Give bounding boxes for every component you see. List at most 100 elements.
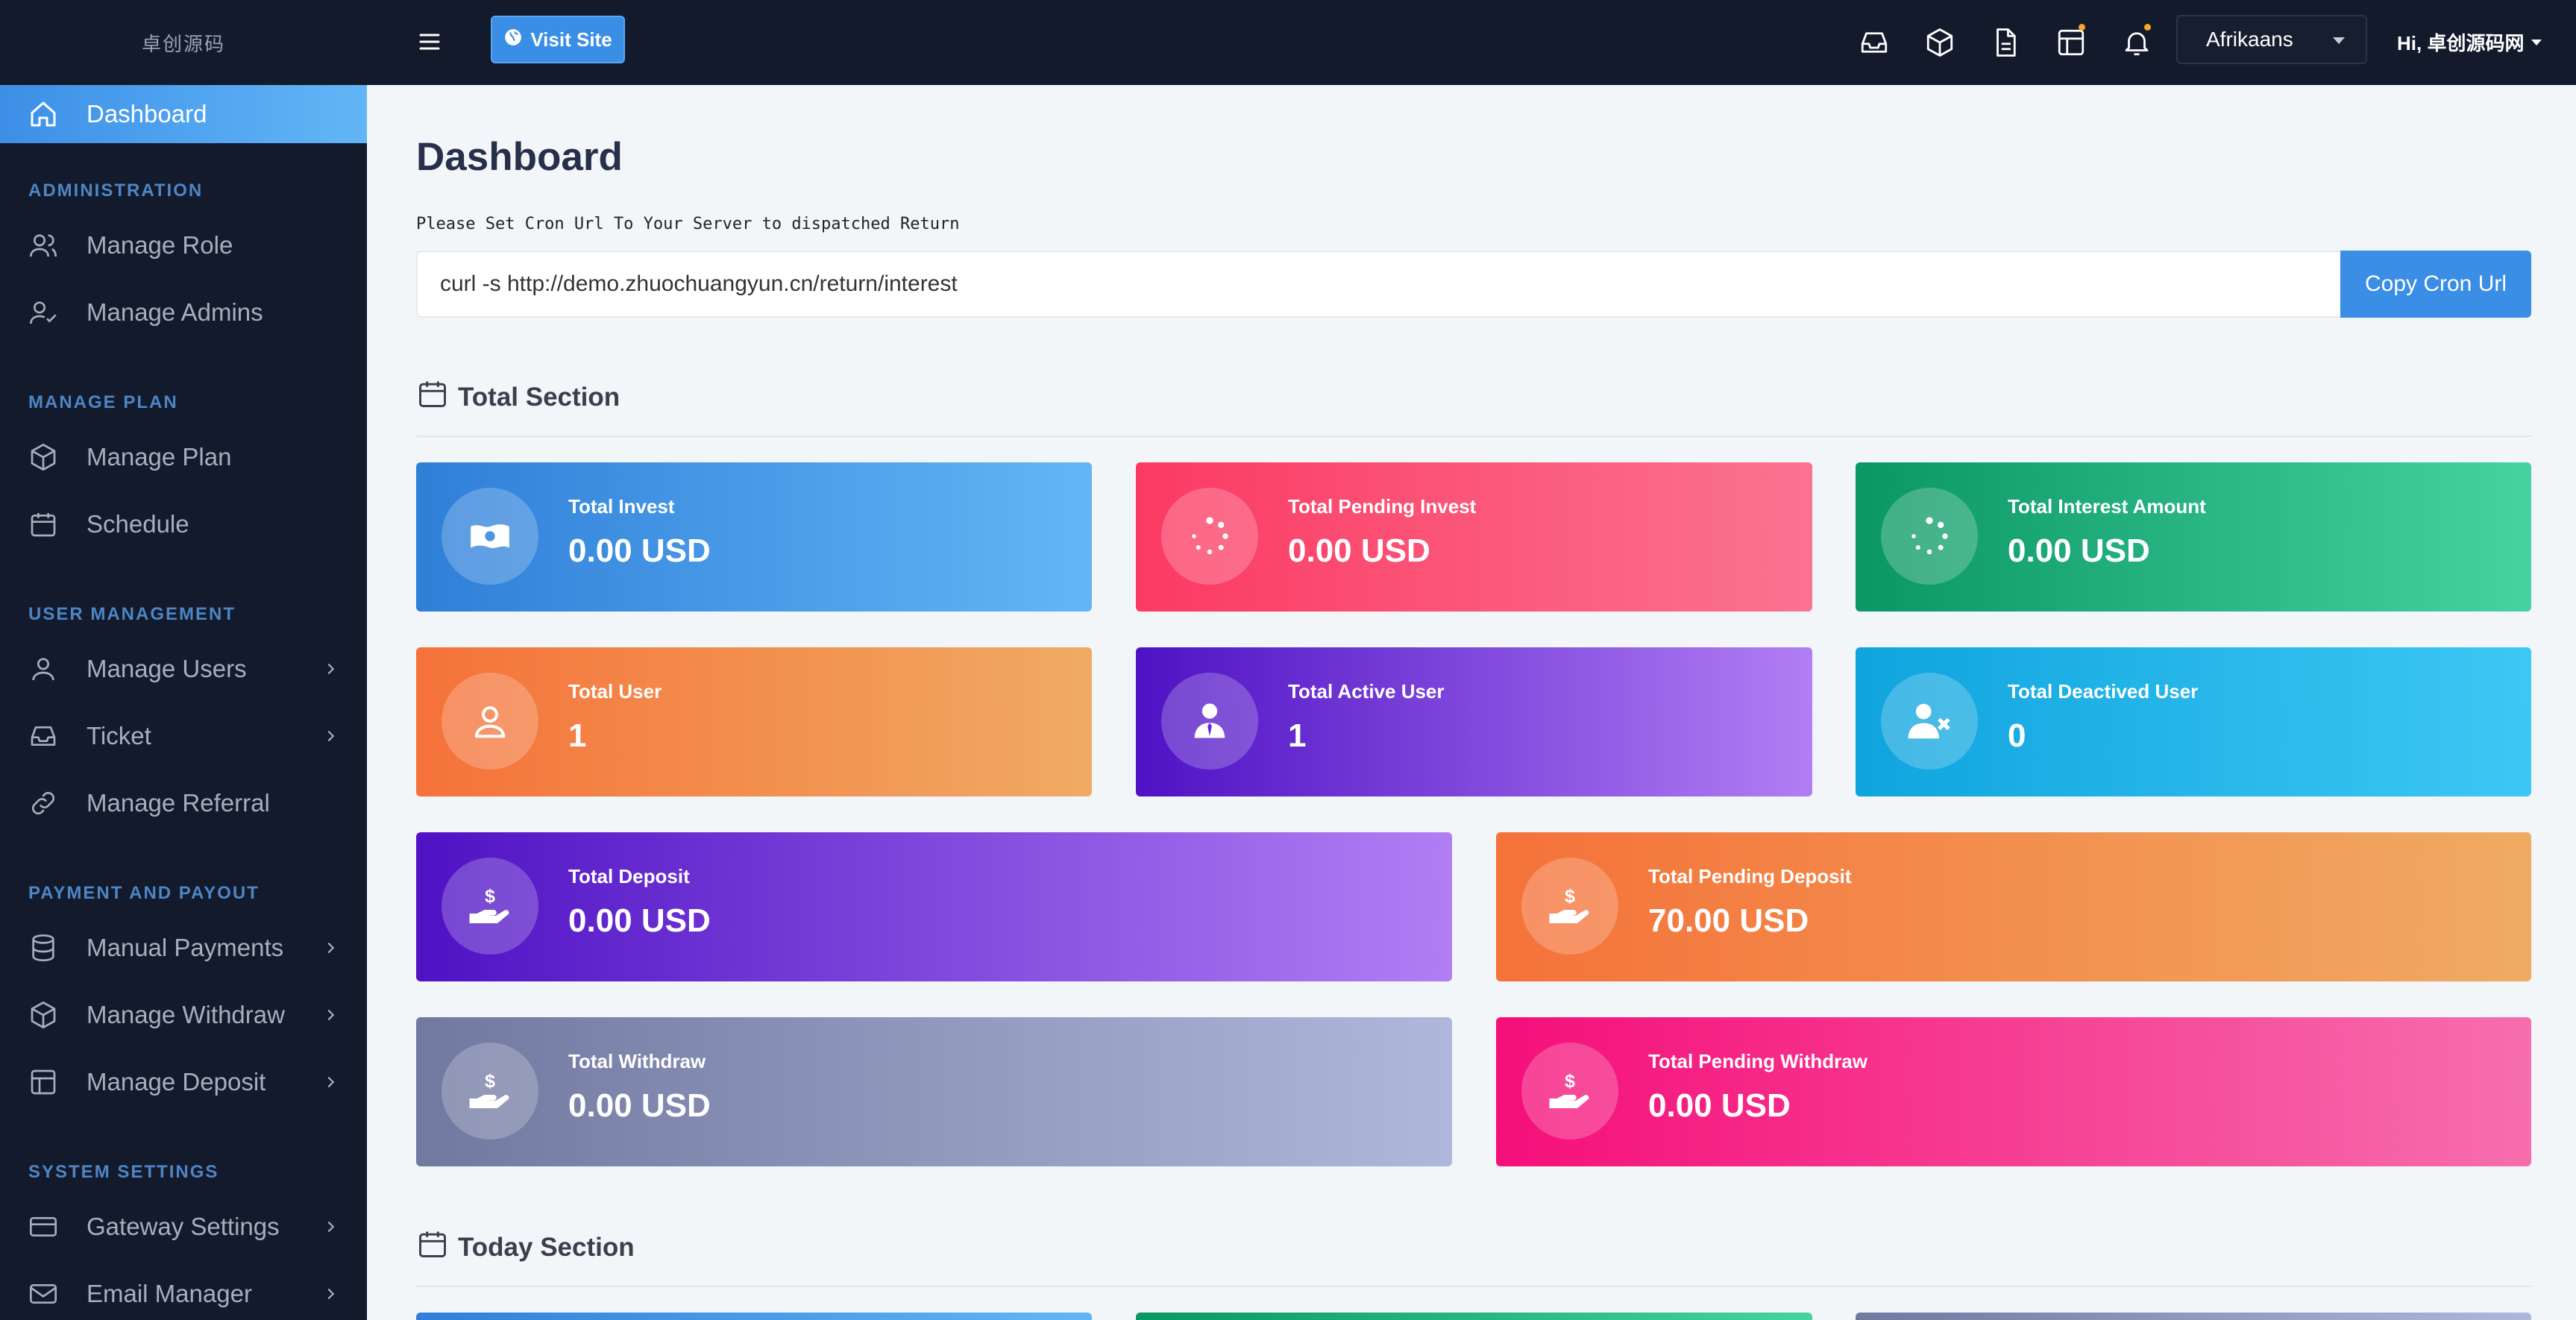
menu-icon[interactable] — [416, 28, 443, 55]
chevron-right-icon — [322, 1068, 339, 1096]
stat-label: Total Active User — [1288, 680, 1445, 703]
link-icon — [28, 788, 58, 818]
box-icon — [28, 442, 58, 472]
sidebar-item-label: Manage Deposit — [87, 1068, 266, 1096]
stat-value: 0.00 USD — [2008, 532, 2150, 569]
stat-label: Total Withdraw — [568, 1050, 706, 1072]
sidebar-item-label: Manage Role — [87, 231, 233, 259]
stat-label: Total Deposit — [568, 865, 690, 887]
brand-logo[interactable]: 卓创源码 — [0, 0, 367, 85]
stat-value: 0.00 USD — [1288, 532, 1430, 569]
user-icon — [28, 654, 58, 684]
visit-site-label: Visit Site — [530, 28, 612, 51]
hand-holding-dollar-icon: $ — [442, 1043, 538, 1140]
stat-card-total-deposit[interactable]: $ Total Deposit 0.00 USD — [416, 832, 1452, 981]
stat-label: Total Pending Deposit — [1648, 865, 1852, 887]
sidebar: 卓创源码 Dashboard ADMINISTRATION Manage Rol… — [0, 0, 367, 1320]
stat-card-total-pending-deposit[interactable]: $ Total Pending Deposit 70.00 USD — [1496, 832, 2531, 981]
sidebar-item-label: Manage Users — [87, 655, 247, 682]
stat-card-total-interest[interactable]: Total Interest Amount 0.00 USD — [1856, 462, 2531, 612]
money-icon — [442, 488, 538, 585]
sidebar-item-label: Schedule — [87, 510, 189, 538]
stat-card-total-active-user[interactable]: Total Active User 1 — [1136, 647, 1812, 796]
chevron-right-icon — [322, 1001, 339, 1029]
language-select[interactable]: Afrikaans — [2176, 15, 2367, 64]
stat-label: Total Interest Amount — [2008, 495, 2206, 518]
stat-value: 0.00 USD — [568, 532, 711, 569]
stat-value: 1 — [568, 717, 587, 754]
svg-text:$: $ — [1565, 886, 1575, 907]
calendar-icon — [416, 377, 449, 417]
sidebar-item-manage-users[interactable]: Manage Users — [0, 635, 367, 703]
sidebar-item-manage-plan[interactable]: Manage Plan — [0, 424, 367, 491]
sidebar-item-label: Manage Plan — [87, 443, 232, 471]
stat-card-total-user[interactable]: Total User 1 — [416, 647, 1092, 796]
stat-card-total-pending-withdraw[interactable]: $ Total Pending Withdraw 0.00 USD — [1496, 1017, 2531, 1166]
sidebar-item-label: Gateway Settings — [87, 1213, 280, 1240]
stat-value: 70.00 USD — [1648, 902, 1809, 939]
stat-value: 0.00 USD — [1648, 1087, 1791, 1124]
calendar-icon — [28, 509, 58, 539]
sidebar-item-manage-referral[interactable]: Manage Referral — [0, 770, 367, 837]
copy-cron-url-button[interactable]: Copy Cron Url — [2340, 251, 2531, 318]
sidebar-item-label: Manage Withdraw — [87, 1001, 285, 1028]
bell-icon[interactable] — [2121, 24, 2152, 58]
hand-holding-dollar-icon: $ — [442, 858, 538, 955]
svg-text:$: $ — [485, 886, 495, 907]
inbox-icon[interactable] — [1859, 27, 1890, 58]
user-check-icon — [28, 298, 58, 327]
stat-card-total-deactived-user[interactable]: Total Deactived User 0 — [1856, 647, 2531, 796]
user-times-icon — [1881, 673, 1978, 770]
sidebar-item-manage-role[interactable]: Manage Role — [0, 212, 367, 279]
sidebar-item-label: Email Manager — [87, 1280, 252, 1307]
sidebar-item-label: Manage Admins — [87, 298, 263, 326]
sidebar-item-manage-withdraw[interactable]: Manage Withdraw — [0, 981, 367, 1049]
document-icon[interactable] — [1990, 27, 2021, 58]
user-icon — [442, 673, 538, 770]
inbox-icon — [28, 721, 58, 751]
today-card-partial — [1856, 1313, 2531, 1320]
today-section-heading: Today Section — [416, 1228, 635, 1267]
sidebar-item-label: Manage Referral — [87, 789, 270, 817]
today-card-partial — [1136, 1313, 1812, 1320]
visit-site-button[interactable]: Visit Site — [491, 16, 625, 63]
section-title: Today Section — [458, 1232, 635, 1262]
user-menu[interactable]: Hi, 卓创源码网 — [2397, 28, 2542, 56]
sidebar-heading-payment-payout: PAYMENT AND PAYOUT — [28, 883, 260, 903]
stat-card-total-invest[interactable]: Total Invest 0.00 USD — [416, 462, 1092, 612]
topbar: Visit Site Afrikaans Hi, 卓创源码网 — [367, 0, 2576, 85]
calendar-icon — [416, 1228, 449, 1267]
chevron-right-icon — [322, 1213, 339, 1241]
sidebar-item-dashboard[interactable]: Dashboard — [0, 85, 367, 143]
sidebar-item-label: Dashboard — [87, 100, 207, 128]
mail-icon — [28, 1279, 58, 1309]
svg-text:$: $ — [1565, 1071, 1575, 1092]
today-card-partial — [416, 1313, 1092, 1320]
sidebar-item-manual-payments[interactable]: Manual Payments — [0, 914, 367, 981]
stat-label: Total Pending Withdraw — [1648, 1050, 1867, 1072]
cron-url-input[interactable] — [418, 252, 2342, 316]
main-content: Dashboard Please Set Cron Url To Your Se… — [367, 85, 2576, 1320]
sidebar-item-schedule[interactable]: Schedule — [0, 491, 367, 558]
sidebar-item-label: Ticket — [87, 722, 151, 749]
sidebar-item-manage-admins[interactable]: Manage Admins — [0, 279, 367, 346]
home-icon — [28, 99, 58, 129]
stat-card-total-withdraw[interactable]: $ Total Withdraw 0.00 USD — [416, 1017, 1452, 1166]
sidebar-item-manage-deposit[interactable]: Manage Deposit — [0, 1049, 367, 1116]
stat-value: 0 — [2008, 717, 2026, 754]
page-title: Dashboard — [416, 135, 623, 179]
chevron-right-icon — [322, 655, 339, 683]
box-icon[interactable] — [1924, 27, 1955, 58]
section-title: Total Section — [458, 382, 621, 412]
user-greeting: Hi, 卓创源码网 — [2397, 32, 2525, 54]
stat-value: 0.00 USD — [568, 902, 711, 939]
sidebar-item-gateway-settings[interactable]: Gateway Settings — [0, 1193, 367, 1260]
sidebar-item-email-manager[interactable]: Email Manager — [0, 1260, 367, 1320]
database-icon — [28, 933, 58, 963]
hand-holding-dollar-icon: $ — [1521, 1043, 1618, 1140]
stat-card-total-pending-invest[interactable]: Total Pending Invest 0.00 USD — [1136, 462, 1812, 612]
globe-icon — [503, 28, 523, 52]
layout-icon[interactable] — [2055, 24, 2087, 58]
sidebar-item-ticket[interactable]: Ticket — [0, 703, 367, 770]
stat-value: 0.00 USD — [568, 1087, 711, 1124]
